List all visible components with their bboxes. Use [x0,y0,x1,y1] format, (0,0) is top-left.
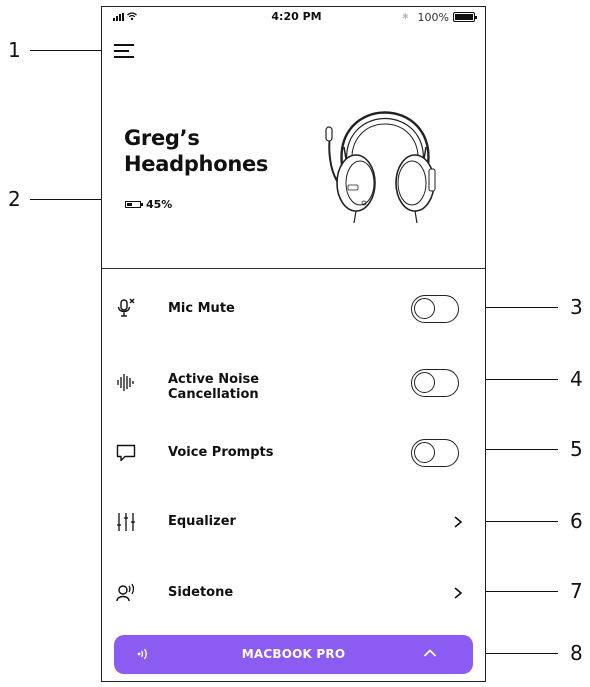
chevron-right-icon [454,587,463,599]
headset-battery-label: 45% [146,198,173,211]
callout-3: 3 [570,295,583,319]
active-noise-cancellation-toggle[interactable] [411,369,459,397]
voice-prompts-label: Voice Prompts [168,445,274,460]
setting-sidetone[interactable]: Sidetone [102,573,485,613]
toggle-knob [414,442,435,463]
setting-equalizer[interactable]: Equalizer [102,502,485,542]
noise-cancellation-icon [117,374,134,391]
hamburger-menu-icon[interactable] [114,42,136,60]
battery-fill [455,14,473,20]
headset-battery-icon [125,201,143,208]
setting-active-noise-cancellation: Active Noise Cancellation [102,361,485,402]
callout-2: 2 [8,187,21,211]
device-name: Greg’s Headphones [124,125,268,177]
active-noise-cancellation-label: Active Noise Cancellation [168,372,259,402]
headphones-illustration [325,111,436,224]
callout-8: 8 [570,641,583,665]
status-bar: 4:20 PM ✱ 100% [102,7,485,29]
setting-mic-mute: Mic Mute [102,289,485,329]
mic-mute-toggle[interactable] [411,295,459,323]
battery-icon [453,12,477,22]
voice-prompts-toggle[interactable] [411,439,459,467]
bluetooth-icon: ✱ [402,12,409,21]
toggle-knob [414,372,435,393]
audio-output-bar[interactable]: MACBOOK PRO [114,635,473,674]
callout-5: 5 [570,437,583,461]
callout-6: 6 [570,509,583,533]
setting-voice-prompts: Voice Prompts [102,432,485,472]
phone-screen: 4:20 PM ✱ 100% Greg’s Headphones 45% Mic… [101,6,486,682]
headset-battery: 45% [125,198,172,211]
callout-7: 7 [570,579,583,603]
header-divider [102,268,485,269]
device-name-line1: Greg’s [124,126,200,150]
sidetone-icon [116,583,135,602]
anc-label-line2: Cancellation [168,387,259,402]
equalizer-label: Equalizer [168,514,236,529]
sidetone-label: Sidetone [168,585,234,600]
status-battery-percent: 100% [417,11,449,24]
chevron-right-icon [454,516,463,528]
callout-1: 1 [8,38,21,62]
voice-prompts-icon [116,444,136,462]
mic-mute-icon [117,298,135,317]
mic-mute-label: Mic Mute [168,301,235,316]
equalizer-icon [117,513,135,531]
device-name-line2: Headphones [124,152,269,176]
callout-1-line [30,50,110,51]
callout-4: 4 [570,367,583,391]
toggle-knob [414,298,435,319]
headset-battery-fill [127,203,133,206]
chevron-up-icon[interactable] [423,648,437,658]
audio-output-device-name: MACBOOK PRO [241,647,346,661]
anc-label-line1: Active Noise [168,372,260,387]
